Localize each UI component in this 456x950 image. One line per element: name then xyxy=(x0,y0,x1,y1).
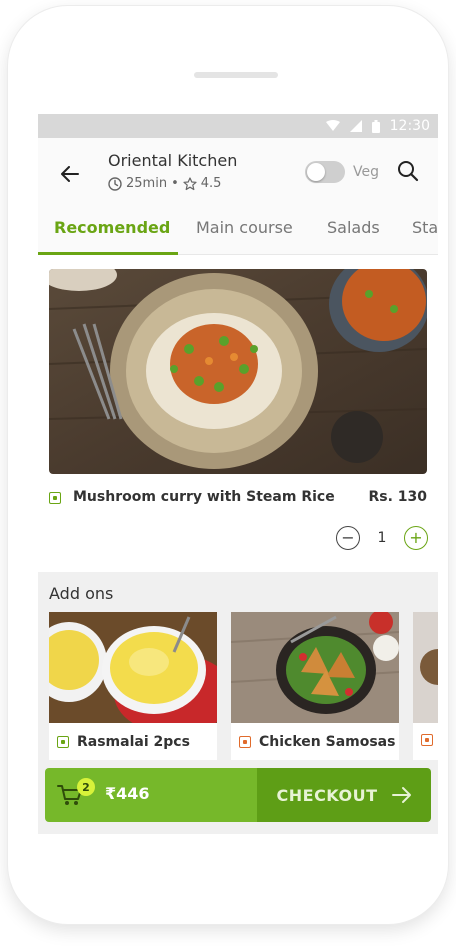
increase-button[interactable]: + xyxy=(403,526,428,550)
addon-label-samosas: Chicken Samosas xyxy=(239,734,395,750)
tab-main-course[interactable]: Main course xyxy=(196,218,293,237)
wifi-icon xyxy=(325,120,340,132)
search-button[interactable] xyxy=(396,159,424,187)
cart-total: ₹446 xyxy=(105,784,150,803)
restaurant-meta: 25min • 4.5 xyxy=(108,176,221,191)
signal-icon xyxy=(349,120,362,132)
addon-card-partial[interactable] xyxy=(413,612,438,760)
addon-label-partial xyxy=(421,734,433,746)
veg-switch[interactable] xyxy=(305,161,345,183)
restaurant-name: Oriental Kitchen xyxy=(108,151,238,170)
active-tab-indicator xyxy=(38,252,178,255)
non-veg-indicator-icon xyxy=(421,734,433,746)
meta-separator: • xyxy=(171,176,179,191)
back-arrow-icon xyxy=(61,166,79,182)
partial-addon-image xyxy=(413,612,438,723)
category-tabs: Recomended Main course Salads Starters xyxy=(38,212,438,255)
featured-item-image[interactable] xyxy=(49,269,427,474)
back-button[interactable] xyxy=(56,160,84,188)
rasmalai-image xyxy=(49,612,217,723)
tab-starters[interactable]: Starters xyxy=(412,218,438,237)
featured-item-row: Mushroom curry with Steam Rice Rs. 130 xyxy=(49,489,427,511)
checkout-label: CHECKOUT xyxy=(276,785,378,805)
restaurant-header: Oriental Kitchen 25min • 4.5 Veg xyxy=(38,138,438,212)
samosa-image xyxy=(231,612,399,723)
addon-name: Chicken Samosas xyxy=(259,734,396,750)
quantity-stepper: − 1 + xyxy=(336,524,428,552)
non-veg-indicator-icon xyxy=(239,736,251,748)
veg-indicator-icon xyxy=(57,736,69,748)
star-icon xyxy=(183,176,197,190)
cart-bar: 2 ₹446 CHECKOUT xyxy=(45,768,431,822)
search-icon xyxy=(398,161,419,182)
clock-icon xyxy=(108,176,122,191)
tab-recommended[interactable]: Recomended xyxy=(54,218,170,237)
featured-item-name: Mushroom curry with Steam Rice xyxy=(73,489,335,505)
arrow-right-icon xyxy=(391,787,411,803)
delivery-time: 25min xyxy=(126,176,168,191)
addon-label-rasmalai: Rasmalai 2pcs xyxy=(57,734,190,750)
battery-icon xyxy=(371,119,380,133)
addon-card-rasmalai[interactable]: Rasmalai 2pcs xyxy=(49,612,217,760)
addons-title: Add ons xyxy=(49,584,114,603)
addon-name: Rasmalai 2pcs xyxy=(77,734,190,750)
veg-indicator-icon xyxy=(49,492,61,504)
switch-knob xyxy=(307,163,325,181)
app-screen: 12:30 Oriental Kitchen 25min • 4.5 Veg R… xyxy=(38,114,438,834)
addon-card-samosas[interactable]: Chicken Samosas xyxy=(231,612,399,760)
status-time: 12:30 xyxy=(389,118,430,134)
featured-item-price: Rs. 130 xyxy=(368,489,427,505)
tab-salads[interactable]: Salads xyxy=(327,218,380,237)
veg-toggle[interactable]: Veg xyxy=(305,161,379,183)
status-bar: 12:30 xyxy=(38,114,438,138)
cart-count-badge: 2 xyxy=(77,778,95,796)
rating-value: 4.5 xyxy=(200,176,222,191)
cart-summary[interactable]: 2 ₹446 xyxy=(45,768,257,822)
quantity-value: 1 xyxy=(377,530,387,546)
phone-frame: 12:30 Oriental Kitchen 25min • 4.5 Veg R… xyxy=(8,6,448,924)
phone-speaker xyxy=(194,72,278,78)
veg-label: Veg xyxy=(353,164,379,180)
checkout-button[interactable]: CHECKOUT xyxy=(257,768,431,822)
decrease-button[interactable]: − xyxy=(336,526,360,550)
